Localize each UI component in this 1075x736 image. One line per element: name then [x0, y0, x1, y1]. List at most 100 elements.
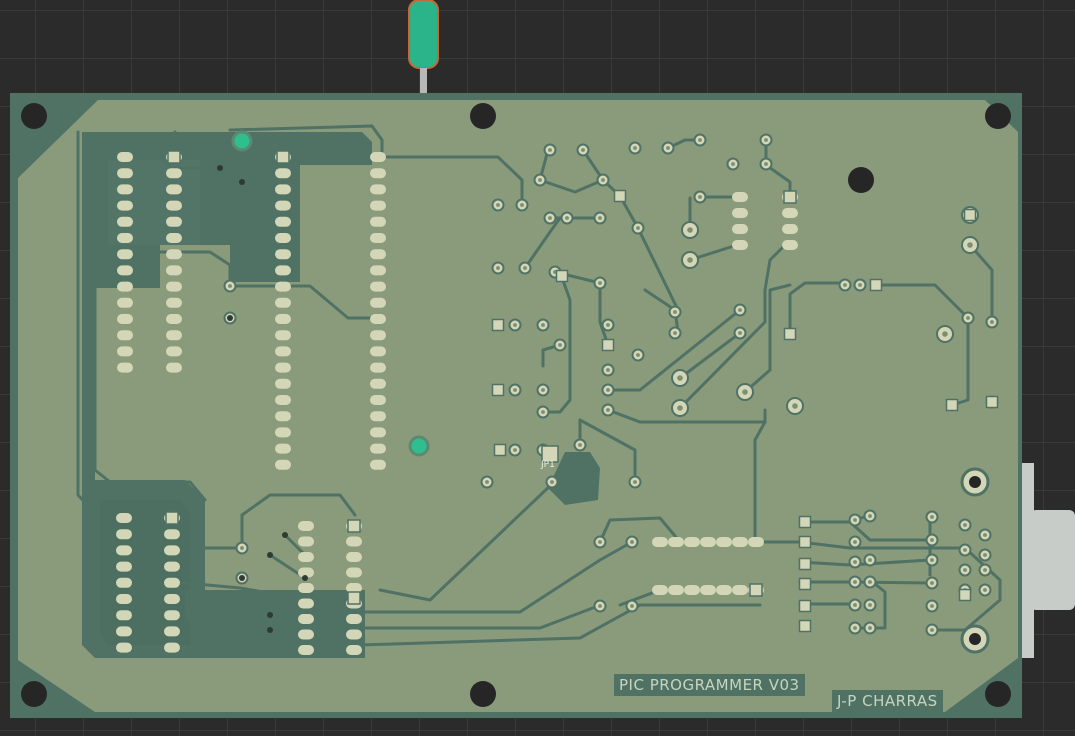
ic-pin-pad[interactable] — [117, 362, 133, 373]
ic-pin-pad[interactable] — [116, 529, 132, 540]
ic-pin-pad[interactable] — [298, 598, 314, 609]
via-icon[interactable] — [408, 435, 430, 457]
ic-pin-pad[interactable] — [782, 240, 798, 250]
ic-pin-pad[interactable] — [116, 577, 132, 588]
ic-pin-pad[interactable] — [275, 216, 291, 227]
ic-pin-pad[interactable] — [117, 168, 133, 179]
ic-pin-pad[interactable] — [346, 645, 362, 655]
ic-pin-pad[interactable] — [668, 537, 684, 547]
ic-pin-pad[interactable] — [298, 583, 314, 593]
ic-pin-pad[interactable] — [166, 168, 182, 179]
ic-pin-pad[interactable] — [166, 297, 182, 308]
mounting-hole-icon[interactable] — [985, 103, 1011, 129]
square-pad[interactable] — [798, 619, 812, 633]
ic-pin-pad[interactable] — [275, 233, 291, 243]
square-pad[interactable] — [798, 557, 812, 571]
ic-pin-pad[interactable] — [164, 529, 180, 540]
ic-pin-pad[interactable] — [275, 184, 291, 195]
ic-pin-pad[interactable] — [370, 459, 386, 470]
ic-pin-pad[interactable] — [275, 459, 291, 470]
square-pad[interactable] — [613, 189, 627, 203]
ic-pin-pad[interactable] — [370, 281, 386, 292]
ic-pin-pad[interactable] — [716, 537, 732, 547]
ic-pin-pad[interactable] — [166, 281, 182, 292]
ic-pin-pad[interactable] — [370, 395, 386, 405]
ic-pin-pad[interactable] — [732, 585, 748, 595]
ic-pin-pad[interactable] — [116, 610, 132, 621]
ic-pin-pad[interactable] — [116, 594, 132, 604]
ic-pin-pad[interactable] — [370, 184, 386, 195]
ic-pin-pad[interactable] — [116, 642, 132, 653]
ic-pin-pad[interactable] — [117, 184, 133, 195]
ic-pin-pad[interactable] — [370, 443, 386, 454]
ic-pin-pad[interactable] — [275, 314, 291, 324]
mounting-hole-icon[interactable] — [848, 167, 874, 193]
ic-pin-pad[interactable] — [346, 629, 362, 640]
ic-pin-pad[interactable] — [164, 577, 180, 588]
ic-pin-pad[interactable] — [370, 152, 386, 162]
ic-pin-pad[interactable] — [275, 443, 291, 454]
square-pad[interactable] — [798, 599, 812, 613]
ic-pin-pad[interactable] — [370, 249, 386, 260]
ic-pin-pad[interactable] — [298, 536, 314, 547]
ic-pin-pad[interactable] — [298, 521, 314, 531]
ic-pin-pad[interactable] — [275, 265, 291, 276]
square-pad[interactable] — [555, 269, 569, 283]
ic-pin-pad[interactable] — [370, 297, 386, 308]
ic-pin-pad[interactable] — [275, 427, 291, 438]
mounting-hole-icon[interactable] — [470, 103, 496, 129]
ic-pin-pad[interactable] — [370, 427, 386, 438]
ic-pin-pad[interactable] — [166, 184, 182, 195]
pin1-square-pad[interactable] — [347, 519, 361, 533]
ic-pin-pad[interactable] — [370, 378, 386, 389]
ic-pin-pad[interactable] — [748, 537, 764, 547]
square-pad[interactable] — [958, 588, 972, 602]
ic-pin-pad[interactable] — [164, 610, 180, 621]
ic-pin-pad[interactable] — [732, 208, 748, 218]
square-pad[interactable] — [869, 278, 883, 292]
ic-pin-pad[interactable] — [166, 216, 182, 227]
ic-pin-pad[interactable] — [346, 552, 362, 562]
pin1-square-pad[interactable] — [749, 583, 763, 597]
pin1-square-pad[interactable] — [165, 511, 179, 525]
ic-pin-pad[interactable] — [370, 265, 386, 276]
square-pad[interactable] — [798, 515, 812, 529]
ic-pin-pad[interactable] — [782, 224, 798, 234]
ic-pin-pad[interactable] — [684, 537, 700, 547]
ic-pin-pad[interactable] — [298, 629, 314, 640]
pin1-square-pad[interactable] — [783, 190, 797, 204]
ic-pin-pad[interactable] — [116, 561, 132, 572]
ic-pin-pad[interactable] — [346, 536, 362, 547]
ic-pin-pad[interactable] — [732, 240, 748, 250]
ic-pin-pad[interactable] — [117, 152, 133, 162]
ic-pin-pad[interactable] — [116, 513, 132, 523]
mounting-hole-icon[interactable] — [21, 103, 47, 129]
ic-pin-pad[interactable] — [117, 281, 133, 292]
ic-pin-pad[interactable] — [164, 545, 180, 556]
ic-pin-pad[interactable] — [370, 216, 386, 227]
pin1-square-pad[interactable] — [276, 150, 290, 164]
ic-pin-pad[interactable] — [116, 626, 132, 637]
ic-pin-pad[interactable] — [164, 626, 180, 637]
via-icon[interactable] — [231, 130, 253, 152]
square-pad[interactable] — [963, 208, 977, 222]
ic-pin-pad[interactable] — [117, 200, 133, 211]
square-pad[interactable] — [601, 338, 615, 352]
ic-pin-pad[interactable] — [700, 585, 716, 595]
ic-pin-pad[interactable] — [732, 192, 748, 202]
pcb-viewport[interactable]: PIC PROGRAMMER V03 J-P CHARRAS JP1 — [0, 0, 1075, 732]
ic-pin-pad[interactable] — [117, 216, 133, 227]
ic-pin-pad[interactable] — [166, 314, 182, 324]
ic-pin-pad[interactable] — [117, 249, 133, 260]
square-pad[interactable] — [985, 395, 999, 409]
ic-pin-pad[interactable] — [166, 200, 182, 211]
ic-pin-pad[interactable] — [117, 314, 133, 324]
ic-pin-pad[interactable] — [668, 585, 684, 595]
square-pad[interactable] — [798, 535, 812, 549]
ic-pin-pad[interactable] — [164, 642, 180, 653]
ic-pin-pad[interactable] — [298, 645, 314, 655]
ic-pin-pad[interactable] — [370, 330, 386, 341]
ic-pin-pad[interactable] — [275, 411, 291, 422]
ic-pin-pad[interactable] — [298, 552, 314, 562]
ic-pin-pad[interactable] — [346, 614, 362, 624]
